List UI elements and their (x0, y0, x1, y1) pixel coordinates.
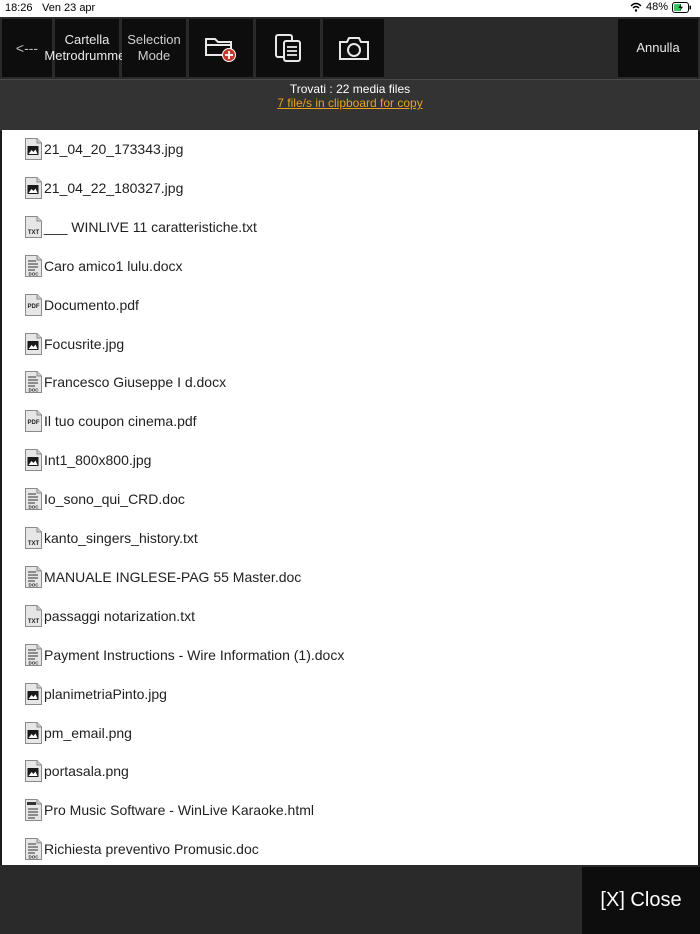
file-row[interactable]: TXT kanto_singers_history.txt (2, 519, 698, 558)
found-count: Trovati : 22 media files (289, 82, 411, 96)
selection-mode-label: Selection Mode (127, 32, 181, 63)
doc-file-icon: DOC (25, 643, 42, 666)
svg-text:PDF: PDF (28, 420, 40, 426)
svg-text:TXT: TXT (28, 230, 40, 236)
file-name: Caro amico1 lulu.docx (44, 257, 183, 274)
file-row[interactable]: 21_04_22_180327.jpg (2, 169, 698, 208)
file-name: 21_04_22_180327.jpg (44, 179, 184, 196)
file-name: Payment Instructions - Wire Information … (44, 646, 345, 663)
file-row[interactable]: Pro Music Software - WinLive Karaoke.htm… (2, 791, 698, 830)
file-name: portasala.png (44, 763, 129, 780)
back-button-label: <--- (15, 40, 39, 56)
doc-file-icon: DOC (25, 371, 42, 394)
image-file-icon (25, 449, 42, 472)
file-list[interactable]: 21_04_20_173343.jpg 21_04_22_180327.jpg TX… (2, 130, 698, 865)
clipboard-link[interactable]: 7 file/s in clipboard for copy (0, 96, 700, 110)
status-date: Ven 23 apr (42, 2, 96, 14)
file-row[interactable]: DOC Io_sono_qui_CRD.doc (2, 480, 698, 519)
battery-percent: 48% (645, 1, 668, 13)
file-name: Il tuo coupon cinema.pdf (44, 413, 197, 430)
svg-text:TXT: TXT (28, 619, 40, 625)
image-file-icon (25, 760, 42, 783)
status-bar: 18:26 Ven 23 apr 48% (0, 0, 700, 17)
file-name: pm_email.png (44, 724, 132, 741)
svg-text:DOC: DOC (29, 271, 40, 276)
file-row[interactable]: DOC Richiesta preventivo Promusic.doc (2, 830, 698, 865)
status-time: 18:26 (5, 2, 33, 14)
camera-button[interactable] (323, 19, 384, 77)
folder-button-label: Cartella Metrodrummer (44, 32, 130, 63)
camera-icon (338, 37, 369, 60)
file-name: Focusrite.jpg (44, 335, 125, 352)
cancel-button[interactable]: Annulla (618, 19, 698, 77)
svg-text:DOC: DOC (29, 582, 40, 587)
file-row[interactable]: PDF Il tuo coupon cinema.pdf (2, 402, 698, 441)
file-row[interactable]: portasala.png (2, 752, 698, 791)
selection-mode-button[interactable]: Selection Mode (122, 19, 186, 77)
html-file-icon (25, 799, 42, 822)
close-button-label: [X] Close (600, 889, 682, 911)
bottom-bar: [X] Close (0, 865, 700, 934)
file-row[interactable]: pm_email.png (2, 714, 698, 753)
doc-file-icon: DOC (25, 488, 42, 511)
doc-file-icon: DOC (25, 254, 42, 277)
svg-text:TXT: TXT (28, 541, 40, 547)
file-name: ___ WINLIVE 11 caratteristiche.txt (44, 218, 257, 235)
file-row[interactable]: TXT passaggi notarization.txt (2, 597, 698, 636)
svg-text:DOC: DOC (29, 660, 40, 665)
pdf-file-icon: PDF (25, 293, 42, 316)
image-file-icon (25, 176, 42, 199)
file-row[interactable]: planimetriaPinto.jpg (2, 675, 698, 714)
image-file-icon (25, 721, 42, 744)
file-name: Pro Music Software - WinLive Karaoke.htm… (44, 802, 314, 819)
file-row[interactable]: 21_04_20_173343.jpg (2, 130, 698, 169)
file-row[interactable]: DOC Payment Instructions - Wire Informati… (2, 636, 698, 675)
toolbar: <--- Cartella Metrodrummer Selection Mod… (0, 17, 700, 79)
pdf-file-icon: PDF (25, 410, 42, 433)
info-bar: Trovati : 22 media files 7 file/s in cli… (0, 79, 700, 131)
file-name: Io_sono_qui_CRD.doc (44, 491, 185, 508)
new-folder-button[interactable] (189, 19, 253, 77)
svg-text:DOC: DOC (29, 388, 40, 393)
file-name: passaggi notarization.txt (44, 607, 195, 624)
file-name: Documento.pdf (44, 296, 139, 313)
file-row[interactable]: PDF Documento.pdf (2, 286, 698, 325)
file-name: Richiesta preventivo Promusic.doc (44, 841, 259, 858)
close-button[interactable]: [X] Close (582, 867, 700, 934)
file-name: Int1_800x800.jpg (44, 452, 152, 469)
doc-file-icon: DOC (25, 838, 42, 861)
file-name: kanto_singers_history.txt (44, 530, 198, 546)
svg-text:DOC: DOC (29, 505, 40, 510)
wifi-icon (630, 2, 642, 12)
txt-file-icon: TXT (25, 215, 42, 238)
doc-file-icon: DOC (25, 565, 42, 588)
file-row[interactable]: DOC Caro amico1 lulu.docx (2, 247, 698, 286)
txt-file-icon: TXT (25, 527, 42, 549)
cancel-button-label: Annulla (636, 40, 680, 55)
folder-button[interactable]: Cartella Metrodrummer (44, 19, 130, 77)
file-name: planimetriaPinto.jpg (44, 685, 167, 702)
battery-charging-icon (672, 1, 691, 13)
clipboard-copy-icon (275, 34, 301, 62)
file-name: Francesco Giuseppe I d.docx (44, 374, 227, 391)
file-row[interactable]: Int1_800x800.jpg (2, 441, 698, 480)
txt-file-icon: TXT (25, 604, 42, 627)
file-row[interactable]: Focusrite.jpg (2, 325, 698, 364)
image-file-icon (25, 682, 42, 705)
file-name: 21_04_20_173343.jpg (44, 141, 184, 157)
file-name: MANUALE INGLESE-PAG 55 Master.doc (44, 568, 302, 585)
new-folder-icon (205, 38, 236, 62)
svg-text:DOC: DOC (29, 855, 40, 860)
status-right: 48% (630, 1, 692, 13)
image-file-icon (25, 138, 42, 160)
paste-button[interactable] (256, 19, 320, 77)
file-row[interactable]: TXT ___ WINLIVE 11 caratteristiche.txt (2, 208, 698, 247)
svg-text:PDF: PDF (28, 304, 40, 310)
file-row[interactable]: DOC MANUALE INGLESE-PAG 55 Master.doc (2, 558, 698, 597)
image-file-icon (25, 332, 42, 355)
file-row[interactable]: DOC Francesco Giuseppe I d.docx (2, 363, 698, 402)
